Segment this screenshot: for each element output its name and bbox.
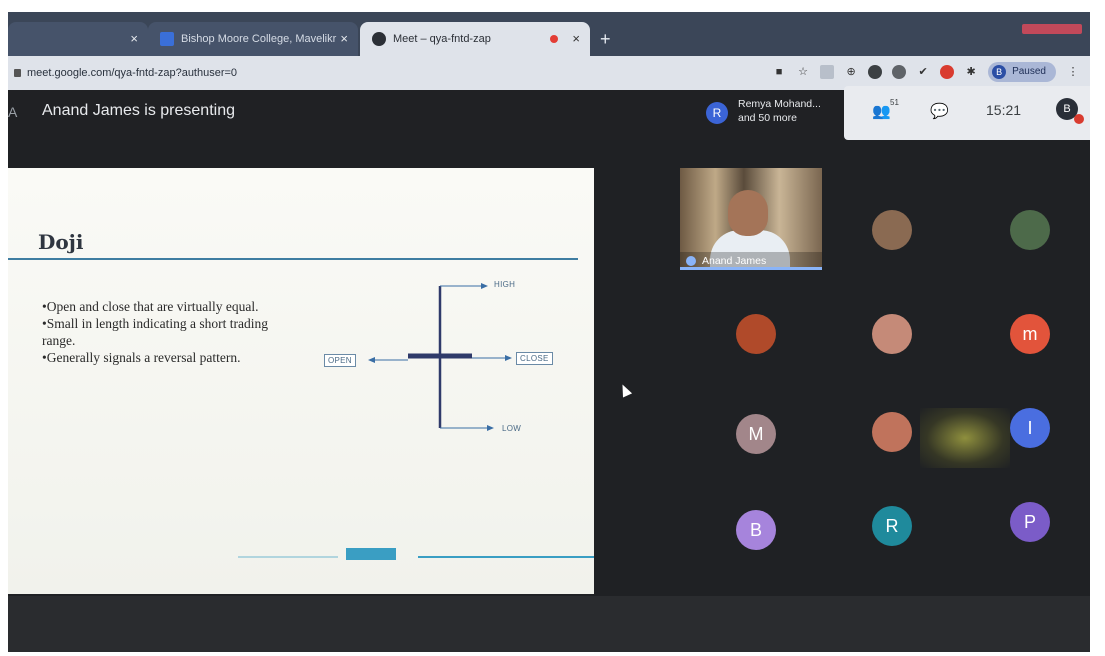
person-face — [728, 190, 768, 236]
footer-line — [238, 556, 338, 558]
bullet-item: •Open and close that are virtually equal… — [42, 299, 259, 314]
footer-button — [346, 548, 396, 560]
high-label: HIGH — [494, 280, 516, 289]
shared-slide: Doji •Open and close that are virtually … — [8, 168, 594, 594]
participant-grid: Anand James m M I B R P — [680, 168, 1088, 578]
tab-label: Meet – qya-fntd-zap — [393, 33, 491, 45]
url-field[interactable]: meet.google.com/qya-fntd-zap?authuser=0 — [8, 62, 237, 84]
participant-avatar[interactable] — [872, 210, 912, 250]
profile-button[interactable]: B Paused — [988, 62, 1056, 82]
lock-icon — [14, 69, 21, 77]
url-text: meet.google.com/qya-fntd-zap?authuser=0 — [27, 67, 238, 79]
participant-name: Remya Mohand... — [738, 98, 821, 110]
extension-icon[interactable] — [868, 65, 883, 79]
browser-tab-1[interactable]: × — [8, 22, 148, 56]
arrow-icon — [505, 355, 512, 361]
camera-icon[interactable]: ■ — [772, 65, 786, 79]
close-icon[interactable]: × — [340, 31, 348, 46]
participant-avatar[interactable] — [1010, 210, 1050, 250]
participant-avatar[interactable]: M — [736, 414, 776, 454]
profile-status: Paused — [1012, 66, 1046, 77]
recording-icon — [550, 35, 558, 43]
puzzle-icon[interactable]: ✱ — [964, 65, 978, 79]
check-icon[interactable]: ✔ — [916, 65, 930, 79]
notification-icon — [1074, 114, 1084, 124]
menu-icon[interactable]: ⋮ — [1066, 65, 1080, 79]
avatar: R — [706, 102, 728, 124]
new-tab-button[interactable]: + — [600, 29, 611, 50]
browser-tab-meet[interactable]: Meet – qya-fntd-zap × — [360, 22, 590, 56]
extension-toolbar: ■ ☆ ⊕ ✔ ✱ B Paused ⋮ — [772, 62, 1080, 82]
participant-avatar[interactable]: I — [1010, 408, 1050, 448]
mouse-cursor-icon — [617, 382, 633, 398]
participant-avatar[interactable] — [872, 412, 912, 452]
tab-label: Bishop Moore College, Mavelikr — [181, 33, 337, 45]
chat-icon[interactable]: 💬 — [930, 102, 949, 120]
calendar-icon — [160, 32, 174, 46]
mic-icon — [686, 256, 696, 266]
title-divider — [8, 258, 578, 260]
browser-tab-college[interactable]: Bishop Moore College, Mavelikr × — [148, 22, 358, 56]
bullet-item: •Small in length indicating a short trad… — [42, 316, 268, 348]
window-controls[interactable] — [1022, 24, 1082, 34]
footer-line — [418, 556, 594, 558]
meet-header: A Anand James is presenting R Remya Moha… — [8, 86, 1090, 140]
laptop-screen: × Bishop Moore College, Mavelikr × Meet … — [8, 12, 1090, 652]
meet-icon — [372, 32, 386, 46]
speaking-indicator — [680, 267, 822, 270]
arrow-icon — [487, 425, 494, 431]
video-tile-presenter[interactable]: Anand James — [680, 168, 822, 270]
avatar: B — [992, 65, 1007, 79]
screen-glare — [920, 408, 1010, 468]
extension-icon[interactable] — [820, 65, 835, 79]
bottom-strip — [8, 596, 1090, 652]
close-label: CLOSE — [516, 352, 553, 365]
participant-count: and 50 more — [738, 112, 797, 124]
participant-avatar[interactable] — [872, 314, 912, 354]
star-icon[interactable]: ☆ — [796, 65, 810, 79]
slide-title: Doji — [38, 230, 84, 254]
arrow-icon — [481, 283, 488, 289]
address-bar: meet.google.com/qya-fntd-zap?authuser=0 … — [8, 56, 1090, 90]
clock-time: 15:21 — [986, 102, 1022, 118]
extension-icon[interactable] — [940, 65, 955, 79]
participants-summary[interactable]: Remya Mohand... and 50 more — [738, 97, 821, 125]
browser-tab-strip: × Bishop Moore College, Mavelikr × Meet … — [8, 12, 1090, 56]
bullet-item: •Generally signals a reversal pattern. — [42, 350, 241, 365]
participant-avatar[interactable]: m — [1010, 314, 1050, 354]
low-label: LOW — [502, 424, 522, 433]
bullet-list: •Open and close that are virtually equal… — [42, 298, 282, 366]
edge-letter: A — [8, 104, 18, 120]
extension-icon[interactable] — [892, 65, 907, 79]
close-icon[interactable]: × — [572, 31, 580, 46]
page-title: Anand James is presenting — [42, 102, 235, 119]
people-count: 51 — [890, 98, 899, 107]
open-label: OPEN — [324, 354, 356, 367]
participant-avatar[interactable] — [736, 314, 776, 354]
participant-avatar[interactable]: R — [872, 506, 912, 546]
participant-avatar[interactable]: B — [736, 510, 776, 550]
close-icon[interactable]: × — [130, 31, 138, 46]
arrow-icon — [368, 357, 375, 363]
meet-controls: 👥 51 💬 15:21 B — [844, 86, 1090, 140]
participant-avatar[interactable]: P — [1010, 502, 1050, 542]
people-icon[interactable]: 👥 — [872, 102, 891, 120]
zoom-icon[interactable]: ⊕ — [844, 65, 858, 79]
